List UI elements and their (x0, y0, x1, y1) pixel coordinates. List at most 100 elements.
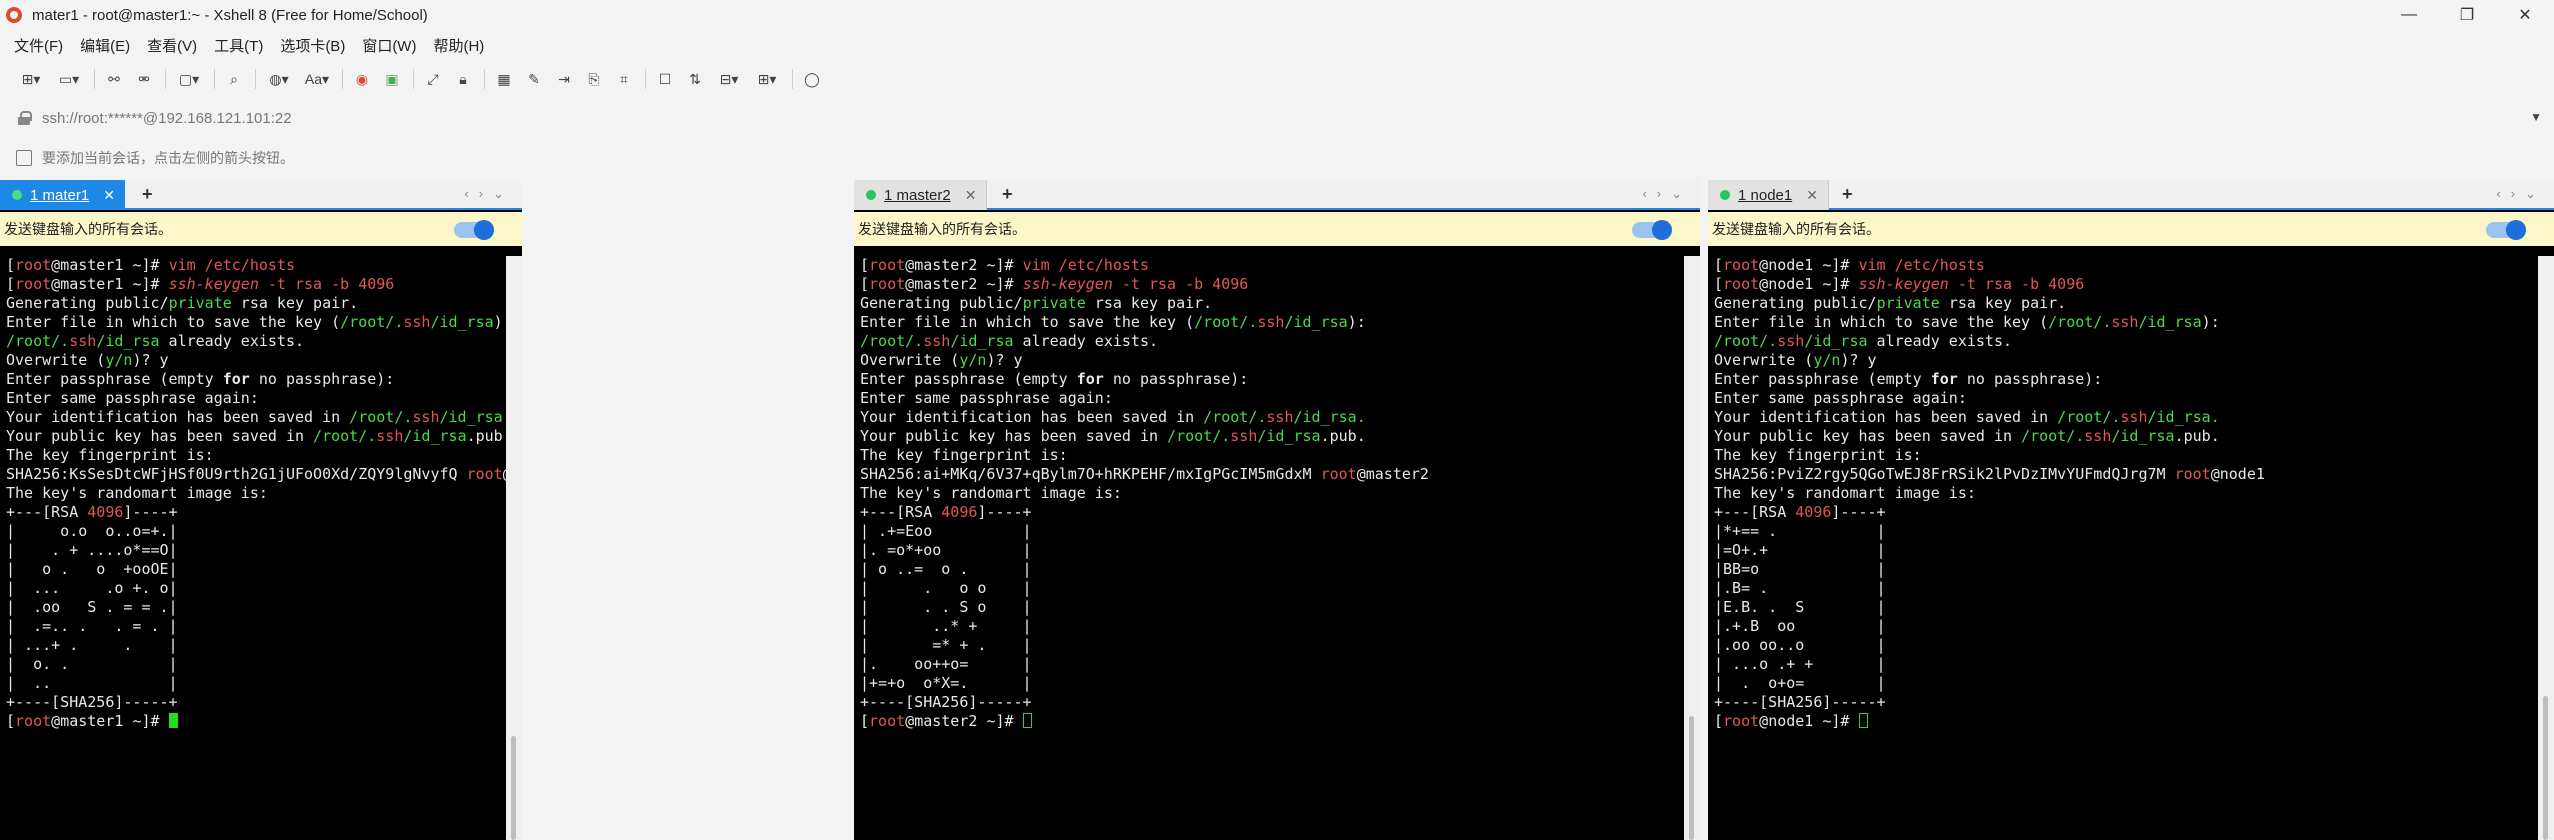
menu-file[interactable]: 文件(F) (14, 35, 63, 56)
script-icon[interactable]: ✎ (523, 68, 545, 90)
terminal-line: +----[SHA256]-----+ (860, 693, 1678, 712)
send-to-all-toggle[interactable] (454, 220, 494, 240)
connected-status-icon (12, 190, 22, 200)
terminal-line: /root/.ssh/id_rsa already exists. (6, 332, 500, 351)
send-to-all-text: 发送键盘输入的所有会话。 (4, 221, 172, 237)
terminal-scrollbar[interactable] (506, 256, 522, 840)
terminal-output[interactable]: [root@node1 ~]# vim /etc/hosts [root@node… (1708, 256, 2538, 840)
terminal-line: | .+=Eoo | (860, 522, 1678, 541)
menu-window[interactable]: 窗口(W) (362, 35, 416, 56)
menu-tools[interactable]: 工具(T) (214, 35, 263, 56)
chevron-down-icon[interactable]: ▼ (2530, 110, 2542, 124)
add-tab-icon[interactable]: + (1002, 184, 1013, 205)
compose-bar-icon[interactable]: ⌗ (613, 68, 635, 90)
output-text: SHA256: (1714, 465, 1778, 483)
scrollbar-thumb[interactable] (1689, 716, 1694, 840)
xftp-icon[interactable]: ▣ (381, 68, 403, 90)
tab-mater1[interactable]: 1 mater1 ✕ (0, 180, 125, 210)
prompt-host: master2 (914, 256, 978, 274)
chat-icon[interactable]: ◯ (801, 68, 823, 90)
menu-tabs[interactable]: 选项卡(B) (280, 35, 345, 56)
terminal-line: [root@master1 ~]# ssh-keygen -t rsa -b 4… (6, 275, 395, 293)
output-text: Your identification has been saved in (1714, 408, 2058, 426)
output-text: The key's randomart image is: (860, 484, 1122, 502)
new-tab-icon[interactable]: ▢▾ (174, 68, 204, 90)
menu-view[interactable]: 查看(V) (147, 35, 197, 56)
output-path: /root/. (6, 332, 70, 350)
tab-navigation-icon[interactable]: ‹›⌄ (2496, 186, 2546, 202)
command-name: ssh-keygen (1858, 275, 1949, 293)
randomart-border: +---[RSA (6, 503, 88, 521)
fullscreen-icon[interactable]: ⤢ (422, 68, 444, 90)
prompt-host: node1 (1768, 256, 1814, 274)
add-session-arrow-icon[interactable] (16, 150, 32, 166)
find-icon[interactable]: ⌕ (223, 68, 245, 90)
send-to-all-toggle[interactable] (1632, 220, 1672, 240)
compose-icon[interactable]: ⎘ (583, 68, 605, 90)
terminal-line: [root@master2 ~]# vim /etc/hosts (860, 256, 1149, 274)
add-tab-icon[interactable]: + (1842, 184, 1853, 205)
close-icon[interactable]: ✕ (965, 187, 977, 204)
randomart-border: ]----+ (123, 503, 178, 521)
terminal-scrollbar[interactable] (1684, 256, 1700, 840)
minimize-icon[interactable]: — (2380, 0, 2438, 30)
randomart-row: |. =o*+oo | (860, 541, 1032, 559)
address-bar[interactable]: ssh://root:******@192.168.121.101:22 ▼ (0, 104, 2554, 132)
restore-icon[interactable]: ❐ (2438, 0, 2496, 30)
close-icon[interactable]: ✕ (2496, 0, 2554, 30)
font-icon[interactable]: Aa▾ (302, 68, 332, 90)
log-icon[interactable]: ☐ (654, 68, 676, 90)
terminal-output[interactable]: [root@master2 ~]# vim /etc/hosts [root@ma… (854, 256, 1684, 840)
terminal-line: Your public key has been saved in /root/… (1714, 427, 2532, 446)
lock-icon[interactable]: 🔒︎ (452, 68, 474, 90)
terminal-output[interactable]: [root@master1 ~]# vim /etc/hosts [root@ma… (0, 256, 506, 840)
tab-label: 1 master2 (884, 186, 951, 204)
tab-navigation-icon[interactable]: ‹›⌄ (1642, 186, 1692, 202)
terminal-line: The key fingerprint is: (1714, 446, 2532, 465)
prompt-host: master2 (914, 275, 978, 293)
connect-icon[interactable]: ⚯ (103, 68, 125, 90)
globe-icon[interactable]: ◍▾ (264, 68, 294, 90)
highlight-icon[interactable]: ▦ (493, 68, 515, 90)
terminal-line: Enter same passphrase again: (1714, 389, 2532, 408)
split-icon[interactable]: ⊞▾ (752, 68, 782, 90)
fingerprint-host: master2 (1365, 465, 1429, 483)
title-bar: mater1 - root@master1:~ - Xshell 8 (Free… (0, 0, 2554, 30)
prompt-dir: ~]# (1822, 275, 1850, 293)
tab-navigation-icon[interactable]: ‹›⌄ (464, 186, 514, 202)
menu-help[interactable]: 帮助(H) (433, 35, 484, 56)
output-path: /root/. (1714, 332, 1778, 350)
randomart-row: |.+.B oo | (1714, 617, 1886, 635)
send-to-all-bar: 发送键盘输入的所有会话。 (854, 212, 1700, 246)
output-path: /id_rsa (2111, 427, 2175, 445)
terminal-scrollbar[interactable] (2538, 256, 2554, 840)
randomart-row: | . o o | (860, 579, 1032, 597)
scrollbar-thumb[interactable] (511, 736, 516, 840)
command-bits: 4096 (358, 275, 395, 293)
send-to-all-toggle[interactable] (2486, 220, 2526, 240)
add-tab-icon[interactable]: + (142, 184, 153, 205)
window-controls: — ❐ ✕ (2380, 0, 2554, 30)
terminal-line: | .. | (6, 674, 500, 693)
randomart-row: |*+== . | (1714, 522, 1886, 540)
open-folder-icon[interactable]: ▭▾ (54, 68, 84, 90)
menu-edit[interactable]: 编辑(E) (80, 35, 130, 56)
terminal-line: |. oo++o= | (860, 655, 1678, 674)
randomart-bits: 4096 (1795, 503, 1832, 521)
prompt-host: node1 (1768, 712, 1814, 730)
randomart-row: | o . o +ooOE| (6, 560, 178, 578)
new-session-icon[interactable]: ⊞▾ (16, 68, 46, 90)
close-icon[interactable]: ✕ (1806, 187, 1818, 204)
layout-icon[interactable]: ⊟▾ (714, 68, 744, 90)
disconnect-icon[interactable]: ⚮ (133, 68, 155, 90)
tab-master2[interactable]: 1 master2 ✕ (854, 180, 988, 210)
transfer-icon[interactable]: ⇅ (684, 68, 706, 90)
output-path: /root/. (1203, 408, 1267, 426)
xshell-icon[interactable]: ◉ (351, 68, 373, 90)
address-input[interactable]: ssh://root:******@192.168.121.101:22 (42, 110, 292, 127)
scrollbar-thumb[interactable] (2543, 696, 2548, 840)
record-icon[interactable]: ⇥ (553, 68, 575, 90)
close-icon[interactable]: ✕ (103, 187, 115, 204)
tab-node1[interactable]: 1 node1 ✕ (1708, 180, 1829, 210)
terminal-line: | o. . | (6, 655, 500, 674)
